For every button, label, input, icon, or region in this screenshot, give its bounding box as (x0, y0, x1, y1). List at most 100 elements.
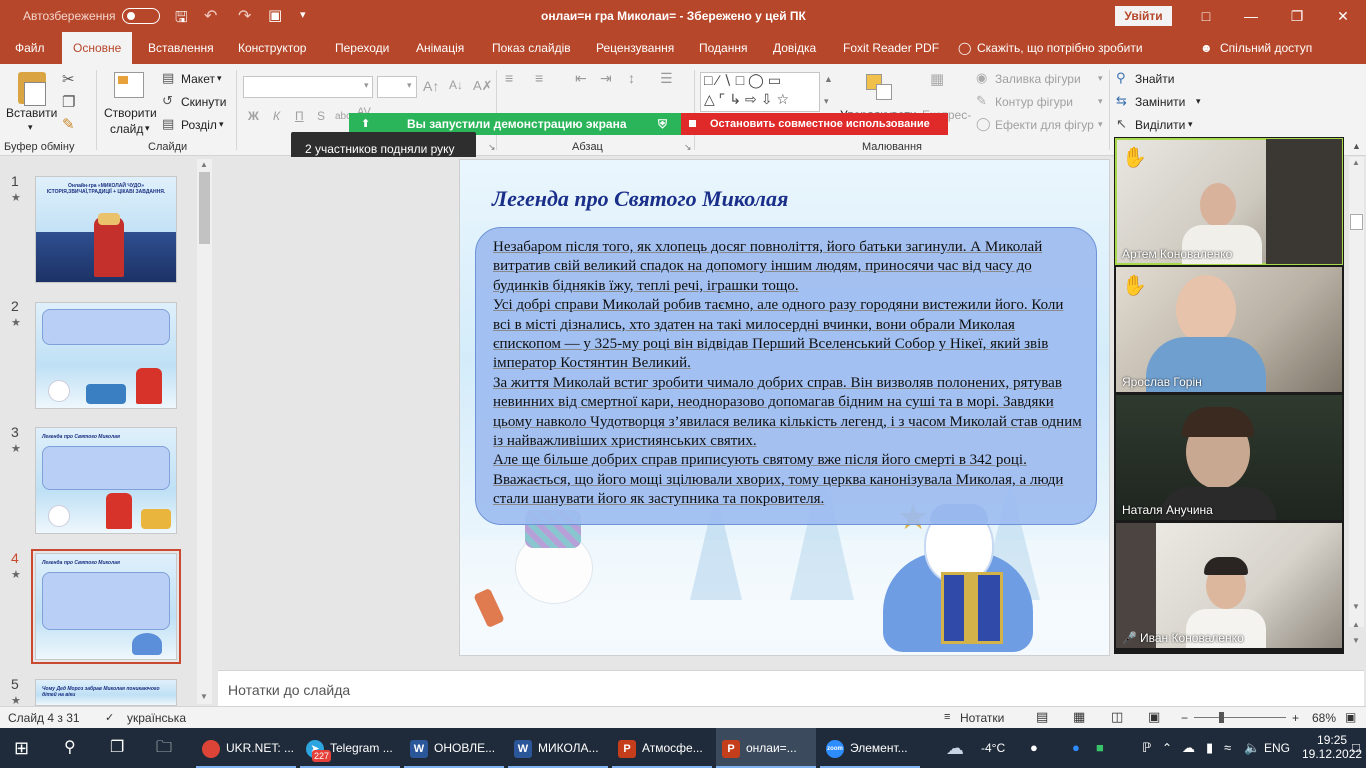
shadow-button[interactable]: S (317, 109, 325, 123)
wifi-icon[interactable]: ≈ (1224, 728, 1231, 768)
taskbar-chrome[interactable]: UKR.NET: ... (196, 728, 296, 768)
slide-thumbnail-4[interactable]: Легенда про Святого Миколая (31, 549, 181, 664)
current-slide[interactable]: ★ Легенда про Святого Миколая Незабаром … (459, 159, 1110, 656)
previous-slide-icon[interactable]: ▲ (1352, 620, 1360, 629)
spellcheck-icon[interactable]: ✓ (105, 711, 114, 724)
paste-button[interactable]: Вставити (6, 106, 57, 120)
collapse-ribbon-icon[interactable]: ▲ (1352, 141, 1361, 151)
video-tile-2[interactable]: ✋ Ярослав Горін (1116, 267, 1342, 392)
select-button[interactable]: Виділити (1135, 118, 1185, 132)
layout-chevron-icon[interactable]: ▾ (217, 73, 222, 84)
tray-app-icon[interactable]: ■ (1096, 728, 1104, 768)
reset-button[interactable]: Скинути (181, 95, 226, 109)
slide-body-text[interactable]: Незабаром після того, як хлопець досяг п… (493, 238, 1083, 510)
normal-view-icon[interactable]: ▤ (1036, 709, 1048, 725)
quick-styles-icon[interactable]: ▦ (930, 70, 944, 88)
font-family-select[interactable] (243, 76, 373, 98)
increase-indent-icon[interactable]: ⇥ (600, 70, 612, 87)
slide-sorter-icon[interactable]: ▦ (1073, 709, 1085, 725)
section-chevron-icon[interactable]: ▾ (219, 119, 224, 130)
zoom-slider-thumb[interactable] (1219, 712, 1224, 723)
editor-scroll-up-icon[interactable]: ▲ (1352, 158, 1360, 167)
italic-button[interactable]: К (273, 109, 280, 123)
shrink-font-icon[interactable]: A↓ (449, 78, 463, 92)
zoom-out-icon[interactable]: − (1181, 711, 1188, 725)
font-family-chevron-icon[interactable]: ▾ (364, 80, 369, 91)
task-view-icon[interactable]: ❐ (110, 728, 124, 768)
font-dialog-launcher-icon[interactable]: ↘ (488, 142, 496, 153)
numbering-icon[interactable]: ≡ (535, 70, 543, 86)
reading-view-icon[interactable]: ◫ (1111, 709, 1123, 725)
show-hidden-icons[interactable]: ⌃ (1162, 728, 1172, 768)
customize-qat-icon[interactable]: ▾ (300, 8, 306, 21)
tab-slideshow[interactable]: Показ слайдів (492, 32, 571, 64)
tell-me-search[interactable]: Скажіть, що потрібно зробити (977, 32, 1143, 64)
line-spacing-icon[interactable]: ↕ (628, 70, 635, 86)
taskbar-word-2[interactable]: W МИКОЛА... (508, 728, 608, 768)
shapes-more-icon[interactable]: ▾ (824, 96, 829, 107)
weather-temperature[interactable]: -4°C (981, 728, 1005, 768)
video-tile-1[interactable]: ✋ Артем Коноваленко (1115, 138, 1343, 265)
onedrive-icon[interactable]: ☁ (1182, 728, 1195, 768)
taskbar-zoom[interactable]: zoom Элемент... (820, 728, 920, 768)
notifications-icon[interactable]: □ (1352, 728, 1360, 768)
zoom-tray-icon[interactable]: ● (1072, 728, 1080, 768)
shapes-row-2-icon[interactable]: △⌜↳⇨⇩☆ (704, 91, 793, 108)
editor-scroll-down-icon[interactable]: ▼ (1352, 602, 1360, 611)
shapes-row-1-icon[interactable]: □∕∖□◯▭ (704, 72, 785, 89)
slide-thumbnail-1[interactable]: Онлайн-гра «МИКОЛАЙ ЧУДО» ІСТОРІЯ,ЗВИЧАЇ… (35, 176, 177, 283)
bluetooth-icon[interactable]: ℙ (1142, 728, 1151, 768)
editor-scroll-thumb[interactable] (1350, 214, 1363, 230)
tab-foxit[interactable]: Foxit Reader PDF (843, 32, 939, 64)
shape-outline-chevron-icon[interactable]: ▾ (1098, 96, 1103, 107)
shapes-scroll-up-icon[interactable]: ▲ (824, 74, 833, 84)
undo-icon[interactable]: ↶ (204, 6, 217, 26)
notes-pane[interactable]: Нотатки до слайда (218, 670, 1364, 706)
tab-review[interactable]: Рецензування (596, 32, 674, 64)
tab-transitions[interactable]: Переходи (335, 32, 389, 64)
video-tile-4[interactable]: 🎤 Иван Коноваленко (1116, 523, 1342, 648)
paste-chevron-icon[interactable]: ▾ (28, 122, 33, 133)
shape-fill-chevron-icon[interactable]: ▾ (1098, 73, 1103, 84)
tray-icon[interactable]: ● (1030, 728, 1038, 768)
tab-animations[interactable]: Анімація (416, 32, 464, 64)
windows-start-icon[interactable]: ⊞ (14, 728, 29, 768)
video-tile-3[interactable]: Наталя Анучина (1116, 395, 1342, 520)
slide-title[interactable]: Легенда про Святого Миколая (492, 186, 788, 212)
tab-help[interactable]: Довідка (773, 32, 816, 64)
zoom-slider[interactable] (1194, 717, 1286, 718)
shape-effects-chevron-icon[interactable]: ▾ (1098, 119, 1103, 130)
layout-button[interactable]: Макет (181, 72, 215, 86)
decrease-indent-icon[interactable]: ⇤ (575, 70, 587, 87)
close-icon[interactable]: ✕ (1320, 0, 1366, 32)
replace-button[interactable]: Замінити (1135, 95, 1185, 109)
save-icon[interactable]: 🖫 (175, 7, 188, 32)
copy-icon[interactable]: ❐ (62, 93, 75, 111)
ribbon-display-icon[interactable]: □ (1183, 0, 1229, 32)
zoom-in-icon[interactable]: + (1292, 711, 1299, 725)
bullets-icon[interactable]: ≡ (505, 70, 513, 86)
fit-to-window-icon[interactable]: ▣ (1345, 710, 1356, 724)
shape-fill-button[interactable]: Заливка фігури (995, 72, 1081, 86)
share-button[interactable]: Спільний доступ (1220, 32, 1312, 64)
slide-thumbnail-5[interactable]: Чому Дед Мороз забрав Миколая поникаючог… (35, 679, 177, 706)
tab-file[interactable]: Файл (15, 32, 45, 64)
volume-icon[interactable]: 🔈 (1244, 728, 1260, 768)
taskbar-ppt-1[interactable]: P Атмосфе... (612, 728, 712, 768)
tab-insert[interactable]: Вставлення (148, 32, 214, 64)
section-button[interactable]: Розділ (181, 118, 217, 132)
bold-button[interactable]: Ж (248, 109, 259, 123)
cut-icon[interactable]: ✂ (62, 70, 75, 88)
slide-thumbnail-3[interactable]: Легенда про Святого Миколая (35, 427, 177, 534)
grow-font-icon[interactable]: A↑ (423, 78, 439, 94)
new-slide-button[interactable]: Створити (104, 106, 157, 120)
maximize-icon[interactable]: ❐ (1274, 0, 1320, 32)
redo-icon[interactable]: ↷ (238, 6, 251, 26)
stop-share-button[interactable]: Остановить совместное использование (681, 113, 948, 135)
language-indicator[interactable]: українська (127, 711, 186, 725)
battery-icon[interactable]: ▮ (1206, 728, 1213, 768)
slideshow-view-icon[interactable]: ▣ (1148, 709, 1160, 725)
taskbar-ppt-2[interactable]: Pонлаи=... (716, 728, 816, 768)
tab-view[interactable]: Подання (699, 32, 747, 64)
format-painter-icon[interactable]: ✎ (62, 115, 75, 133)
